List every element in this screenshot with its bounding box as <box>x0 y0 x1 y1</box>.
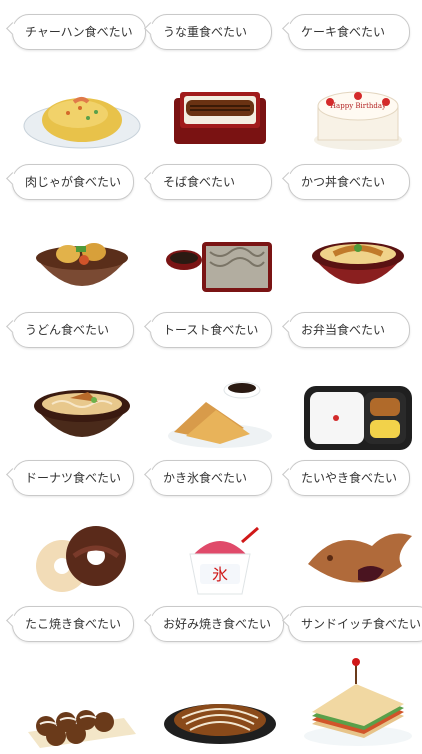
sticker-taiyaki[interactable]: たいやき食べたい <box>288 460 422 608</box>
soba-icon <box>166 242 272 292</box>
okonomiyaki-icon <box>164 704 276 744</box>
sandwich-icon <box>304 658 412 746</box>
nikujaga-icon <box>36 243 128 286</box>
speech-bubble: 肉じゃが食べたい <box>12 164 135 200</box>
sticker-udon[interactable]: うどん食べたい <box>12 312 152 460</box>
speech-bubble: サンドイッチ食べたい <box>288 606 422 642</box>
sticker-takoyaki[interactable]: たこ焼き食べたい <box>12 606 152 754</box>
speech-bubble: たいやき食べたい <box>288 460 411 496</box>
sticker-unaju[interactable]: うな重食べたい <box>150 14 290 162</box>
sticker-shaved-ice[interactable]: かき氷食べたい 氷 <box>150 460 290 608</box>
udon-icon <box>34 390 130 437</box>
speech-bubble: そば食べたい <box>150 164 272 200</box>
sticker-okonomiyaki[interactable]: お好み焼き食べたい <box>150 606 290 754</box>
toast-icon <box>168 381 272 448</box>
sticker-donut[interactable]: ドーナツ食べたい <box>12 460 152 608</box>
sticker-cake[interactable]: ケーキ食べたい Happy Birthday <box>288 14 422 162</box>
speech-bubble: たこ焼き食べたい <box>12 606 135 642</box>
speech-bubble: うどん食べたい <box>12 312 134 348</box>
taiyaki-icon <box>308 533 412 583</box>
speech-bubble: ドーナツ食べたい <box>12 460 135 496</box>
speech-bubble: かつ丼食べたい <box>288 164 410 200</box>
speech-bubble: トースト食べたい <box>150 312 272 348</box>
unaju-icon <box>174 92 266 144</box>
katsudon-icon <box>312 242 404 284</box>
speech-bubble: ケーキ食べたい <box>288 14 410 50</box>
donut-icon <box>36 526 126 592</box>
takoyaki-icon <box>28 710 136 748</box>
speech-bubble: お弁当食べたい <box>288 312 410 348</box>
sticker-soba[interactable]: そば食べたい <box>150 164 290 312</box>
ice-cup-kanji: 氷 <box>212 565 228 584</box>
sticker-grid: チャーハン食べたい うな重食べたい ケーキ食べたい Happy Birthday <box>0 0 422 750</box>
sticker-toast[interactable]: トースト食べたい <box>150 312 290 460</box>
cake-icon: Happy Birthday <box>314 91 402 150</box>
shaved-ice-icon: 氷 <box>189 526 259 595</box>
sticker-sandwich[interactable]: サンドイッチ食べたい <box>288 606 422 754</box>
speech-bubble: チャーハン食べたい <box>12 14 146 50</box>
cake-inscription: Happy Birthday <box>330 102 386 110</box>
sticker-katsudon[interactable]: かつ丼食べたい <box>288 164 422 312</box>
sticker-bento[interactable]: お弁当食べたい <box>288 312 422 460</box>
speech-bubble: うな重食べたい <box>150 14 272 50</box>
sticker-fried-rice[interactable]: チャーハン食べたい <box>12 14 152 162</box>
fried-rice-icon <box>23 97 141 149</box>
speech-bubble: かき氷食べたい <box>150 460 272 496</box>
bento-icon <box>304 386 412 450</box>
sticker-nikujaga[interactable]: 肉じゃが食べたい <box>12 164 152 312</box>
speech-bubble: お好み焼き食べたい <box>150 606 285 642</box>
